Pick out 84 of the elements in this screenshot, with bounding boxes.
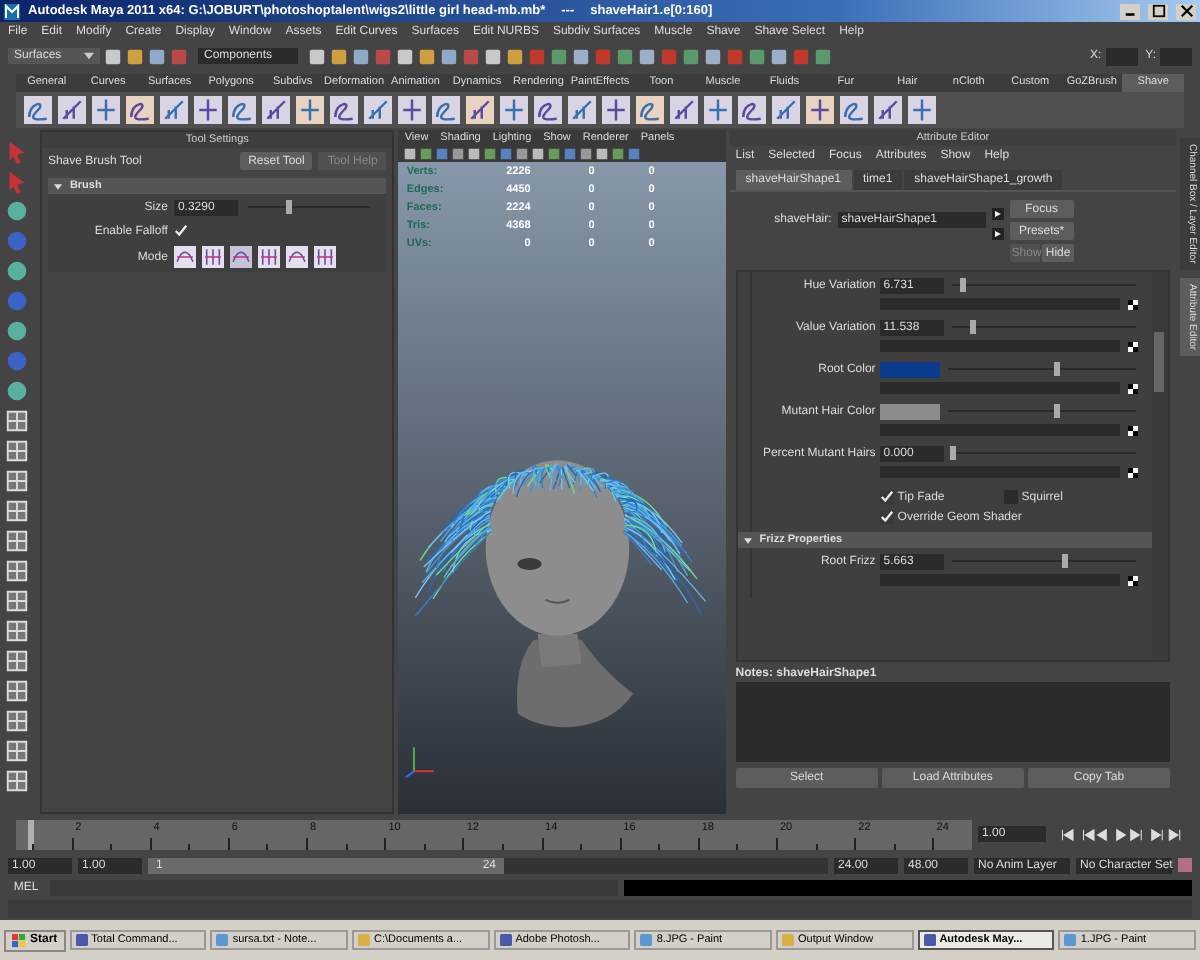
shelf-tool-icon[interactable] (296, 96, 324, 124)
color-swatch[interactable] (879, 361, 940, 377)
checker-map-icon[interactable] (1127, 299, 1138, 309)
slider-handle[interactable] (949, 446, 956, 460)
shelf-tool-icon[interactable] (670, 96, 698, 124)
shelf-tool-icon[interactable] (466, 96, 494, 124)
triangle-icon[interactable] (53, 183, 62, 189)
app-icon[interactable] (75, 934, 88, 946)
shelf-tool-icon[interactable] (636, 96, 664, 124)
layout-grid-icon[interactable] (4, 708, 31, 734)
layout-grid-icon[interactable] (4, 528, 31, 554)
checker-map-icon[interactable] (1127, 425, 1138, 435)
checker-map-icon[interactable] (1127, 341, 1138, 351)
brush-mode-icon[interactable] (313, 246, 336, 268)
layout-grid-icon[interactable] (4, 468, 31, 494)
tool-icon[interactable] (4, 378, 31, 404)
axis-icon (405, 746, 436, 779)
slider-handle[interactable] (1054, 404, 1061, 418)
current-time-marker[interactable] (28, 819, 34, 849)
brush-mode-icon[interactable] (257, 246, 280, 268)
shelf-tool-icon[interactable] (160, 96, 188, 124)
app-icon[interactable] (499, 934, 512, 946)
shelf-tool-icon[interactable] (568, 96, 596, 124)
shelf-tool-icon[interactable] (398, 96, 426, 124)
shelf-tool-icon[interactable] (840, 96, 868, 124)
shelf-tool-icon[interactable] (92, 96, 120, 124)
shelf-tool-icon[interactable] (126, 96, 154, 124)
color-swatch[interactable] (879, 403, 940, 419)
shelf-tool-icon[interactable] (58, 96, 86, 124)
notes-field[interactable] (735, 682, 1171, 762)
shelf-tool-icon[interactable] (738, 96, 766, 124)
brush-mode-icon[interactable] (201, 246, 224, 268)
tool-icon[interactable] (4, 318, 31, 344)
app-icon[interactable] (923, 934, 936, 946)
layout-grid-icon[interactable] (4, 438, 31, 464)
slider-handle[interactable] (1054, 362, 1061, 376)
shelf-tool-icon[interactable] (262, 96, 290, 124)
brush-mode-icon[interactable] (229, 246, 252, 268)
shelf-tool-icon[interactable] (364, 96, 392, 124)
shelf-tool-icon[interactable] (908, 96, 936, 124)
checker-map-icon[interactable] (1127, 575, 1138, 585)
checkbox[interactable] (879, 490, 894, 504)
shelf-tool-icon[interactable] (806, 96, 834, 124)
scroll-bar[interactable] (1152, 272, 1169, 660)
layout-grid-icon[interactable] (4, 648, 31, 674)
shelf-tool-icon[interactable] (602, 96, 630, 124)
shelf-tool-icon[interactable] (432, 96, 460, 124)
slider-handle[interactable] (1062, 554, 1069, 568)
shelf-tool-icon[interactable] (534, 96, 562, 124)
caret-icon[interactable] (84, 52, 94, 60)
shelf-tool-icon[interactable] (500, 96, 528, 124)
slider-handle[interactable] (960, 278, 967, 292)
shelf-tool-icon[interactable] (24, 96, 52, 124)
triangle-icon[interactable] (743, 537, 752, 543)
x-field[interactable] (1105, 47, 1138, 65)
shelf-tool-icon[interactable] (228, 96, 256, 124)
windows-logo-icon[interactable] (12, 933, 26, 947)
tool-icon[interactable] (4, 258, 31, 284)
tool-icon[interactable] (4, 198, 31, 224)
shelf-tool-icon[interactable] (874, 96, 902, 124)
checker-map-icon[interactable] (1127, 467, 1138, 477)
arrow-icon[interactable] (991, 208, 1004, 220)
y-field[interactable] (1160, 47, 1192, 65)
brush-mode-icon[interactable] (285, 246, 308, 268)
layout-grid-icon[interactable] (4, 678, 31, 704)
layout-grid-icon[interactable] (4, 588, 31, 614)
layout-grid-icon[interactable] (4, 738, 31, 764)
layout-grid-icon[interactable] (4, 768, 31, 794)
checkbox[interactable] (879, 510, 894, 524)
shelf-tool-icon[interactable] (704, 96, 732, 124)
checker-map-icon[interactable] (1127, 383, 1138, 393)
layout-grid-icon[interactable] (4, 408, 31, 434)
brush-mode-icon[interactable] (173, 246, 196, 268)
shelf-tool-icon[interactable] (772, 96, 800, 124)
layout-grid-icon[interactable] (4, 558, 31, 584)
layout-grid-icon[interactable] (4, 498, 31, 524)
layout-grid-icon[interactable] (4, 618, 31, 644)
arrow-icon[interactable] (991, 228, 1004, 240)
slider-handle[interactable] (286, 200, 293, 214)
shelf-tool-icon[interactable] (194, 96, 222, 124)
slider-handle[interactable] (969, 320, 976, 334)
checkbox[interactable] (173, 224, 188, 238)
app-logo-icon (4, 3, 20, 19)
shelf-tool-icon[interactable] (330, 96, 358, 124)
